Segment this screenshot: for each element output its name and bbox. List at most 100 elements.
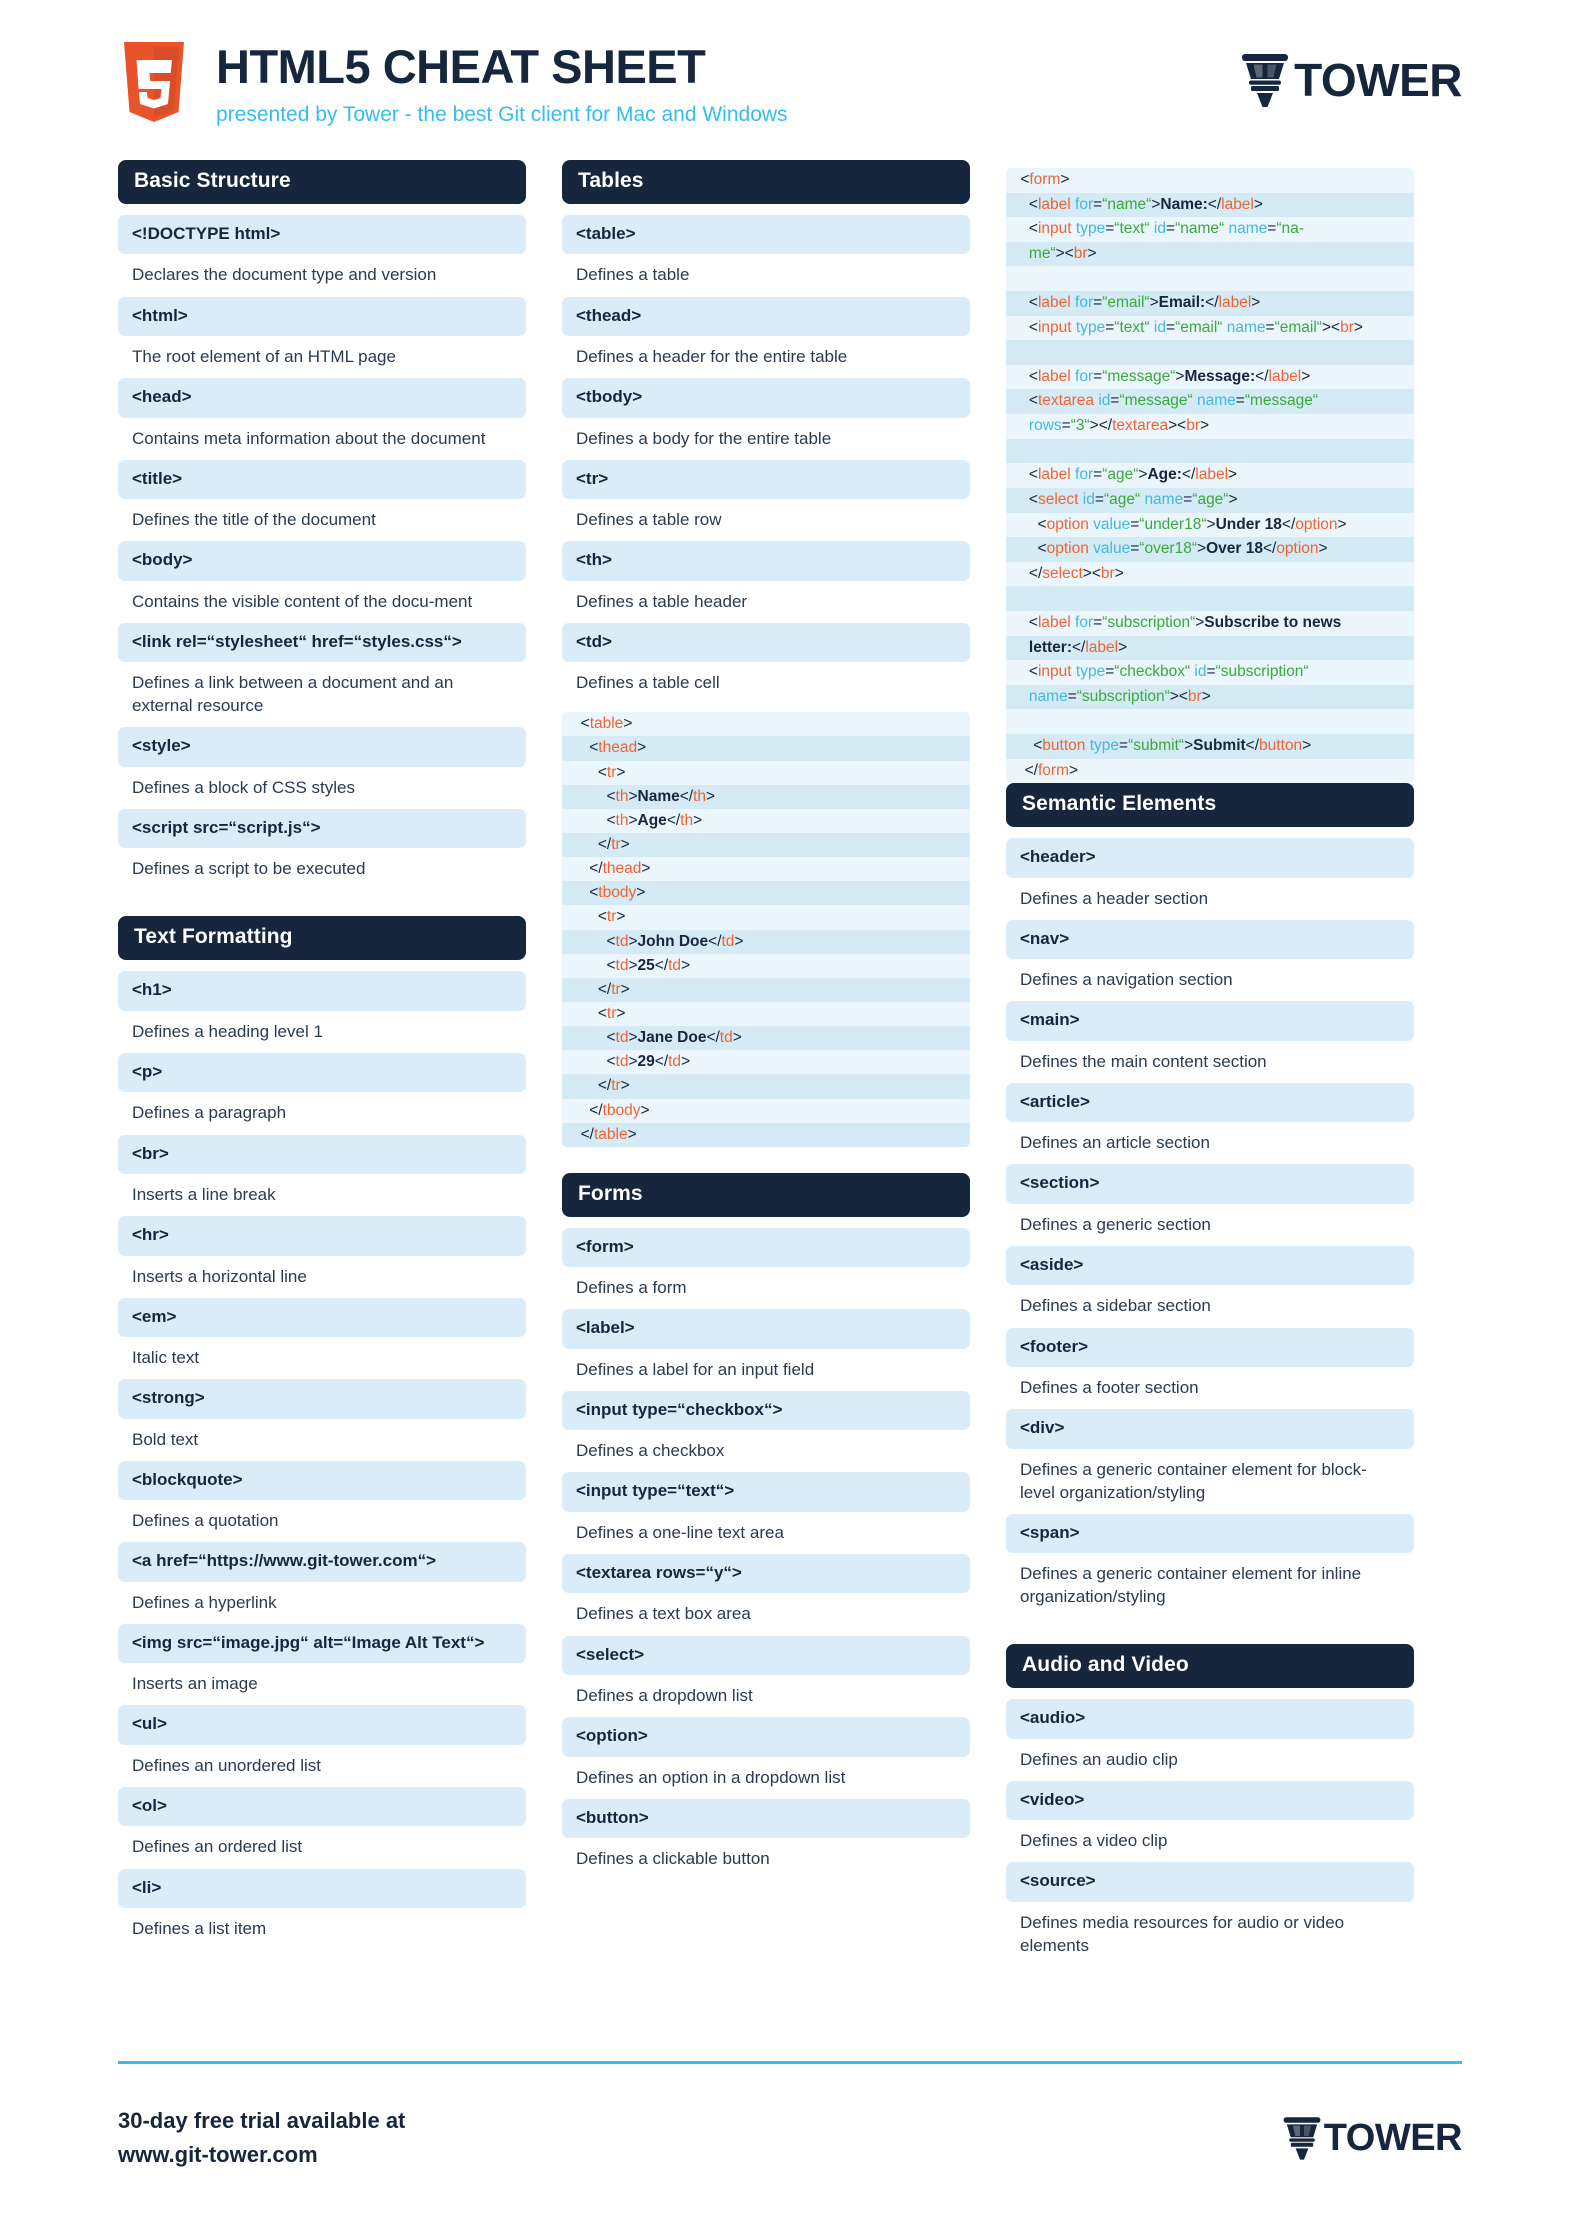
code-token-pun: = <box>1130 515 1140 533</box>
code-token-attr: for <box>1075 195 1094 213</box>
code-line <box>1006 438 1414 464</box>
code-token-pun: > <box>620 980 630 998</box>
tag-row: <aside> <box>1006 1245 1414 1286</box>
footer-tower-logo: TOWER <box>1282 2115 1463 2161</box>
section-header-audio-and-video: Audio and Video <box>1006 1644 1414 1689</box>
code-token-val: “subscription“ <box>1215 663 1309 681</box>
section-basic-structure: Basic Structure <!DOCTYPE html> Declares … <box>118 160 526 890</box>
code-line: me“><br> <box>1006 241 1414 267</box>
page-title: HTML5 CHEAT SHEET <box>216 40 706 93</box>
code-token-pun: > <box>1201 687 1211 705</box>
code-token-tag: option <box>1046 515 1089 533</box>
rows-audio-and-video: <audio> Defines an audio clip <video> Defin… <box>1006 1699 1414 1967</box>
code-token-pun: = <box>1235 392 1245 410</box>
code-token-pun: > <box>1118 638 1128 656</box>
code-line: </table> <box>562 1122 970 1147</box>
code-token-tag: tr <box>606 1004 617 1022</box>
code-token-tag: td <box>615 1053 629 1071</box>
code-token-pun: </ <box>572 1101 603 1119</box>
code-token-val: “over18“ <box>1139 540 1197 558</box>
code-token-pun: >< <box>1321 318 1341 336</box>
code-token-pun: > <box>637 739 647 757</box>
description-row: Defines a quotation <box>132 1511 279 1531</box>
code-line: </tr> <box>562 832 970 858</box>
code-token-val: “3“ <box>1070 417 1090 435</box>
code-line <box>1006 340 1414 365</box>
code-token-attr: name <box>1196 392 1236 410</box>
code-token-pun: </ <box>1016 761 1038 779</box>
column-3: <form> <label for=“name“>Name:</label> <… <box>1006 160 1414 1967</box>
code-token-pun: </ <box>1207 195 1222 213</box>
code-line <box>1006 709 1414 735</box>
tag-row: <td> <box>562 622 970 663</box>
code-token-attr: value <box>1093 515 1131 533</box>
code-token-tag: input <box>1037 220 1072 238</box>
code-token-pun: > <box>628 1029 638 1047</box>
code-line: <label for=“age“>Age:</label> <box>1006 463 1414 488</box>
code-token-val: “submit“ <box>1128 737 1185 755</box>
code-line: <td>Jane Doe</td> <box>562 1026 970 1051</box>
code-block-form-example: <form> <label for=“name“>Name:</label> <… <box>1006 168 1414 784</box>
description-row: Defines a generic container element for … <box>1020 1564 1362 1607</box>
code-token-tag: td <box>719 1029 733 1047</box>
code-token-pun: > <box>706 787 716 805</box>
code-token-pun: < <box>572 739 599 757</box>
code-token-pun: > <box>1114 564 1124 582</box>
code-token-txt: Under 18 <box>1215 515 1282 533</box>
code-token-pun: > <box>1337 515 1347 533</box>
code-token-pun: </ <box>1281 515 1296 533</box>
code-token-txt: 25 <box>637 956 655 974</box>
code-token-pun: = <box>1265 318 1275 336</box>
tag-row: <li> <box>118 1868 526 1908</box>
description-row: Defines a heading level 1 <box>132 1021 323 1041</box>
code-token-pun: > <box>681 1053 691 1071</box>
code-token-txt: Subscribe to news <box>1204 613 1342 631</box>
tag-row: <style> <box>118 727 526 767</box>
code-token-txt: John Doe <box>637 932 709 950</box>
code-token-pun: > <box>628 811 638 829</box>
code-token-pun: </ <box>572 1077 612 1095</box>
code-token-pun: = <box>1166 318 1176 336</box>
description-row: Inserts an image <box>132 1674 258 1694</box>
code-line: <button type=“submit“>Submit</button> <box>1006 734 1414 759</box>
description-row: Defines a paragraph <box>132 1103 287 1123</box>
code-token-pun: > <box>623 715 633 733</box>
code-token-tag: tbody <box>602 1101 641 1119</box>
code-block-table-example: <table> <thead> <tr> <th>Name</th> <th>A… <box>562 712 970 1147</box>
footer-line-2[interactable]: www.git-tower.com <box>118 2138 405 2172</box>
code-token-pun: < <box>572 932 616 950</box>
code-token-attr: type <box>1075 663 1106 681</box>
code-token-val: “message“ <box>1102 367 1176 385</box>
tag-row: <ul> <box>118 1705 526 1745</box>
code-token-pun: </ <box>1181 466 1196 484</box>
code-token-tag: br <box>1187 687 1202 705</box>
tag-row: <!DOCTYPE html> <box>118 215 526 255</box>
code-token-tag: label <box>1195 466 1229 484</box>
code-token-tag: tr <box>611 980 621 998</box>
code-token-val: “name“ <box>1102 195 1152 213</box>
code-token-txt: Jane Doe <box>637 1029 707 1047</box>
description-row: Defines a header for the entire table <box>576 346 848 366</box>
code-line: <tr> <box>562 1001 970 1027</box>
code-token-pun: < <box>1016 540 1047 558</box>
code-token-attr: id <box>1153 220 1166 238</box>
code-token-pun: = <box>1094 490 1104 508</box>
code-token-attr: for <box>1075 367 1094 385</box>
code-token-val: “na- <box>1276 220 1304 238</box>
code-token-pun: </ <box>1262 540 1277 558</box>
code-token-attr: name <box>1226 318 1266 336</box>
code-token-tag: thead <box>598 739 638 757</box>
tag-row: <header> <box>1006 838 1414 878</box>
code-token-pun: > <box>732 1029 742 1047</box>
code-token-tag: th <box>693 787 707 805</box>
code-token-tag: tr <box>606 908 617 926</box>
code-token-val: “age“ <box>1192 490 1229 508</box>
section-header-basic-structure: Basic Structure <box>118 160 526 204</box>
code-token-tag: tbody <box>598 884 637 902</box>
code-token-pun: >< <box>1169 687 1188 705</box>
code-token-tag: th <box>680 811 694 829</box>
code-token-pun: < <box>1016 367 1038 385</box>
code-line: <th>Age</th> <box>562 808 970 833</box>
code-line: <select id=“age“ name=“age“> <box>1006 487 1414 513</box>
code-token-pun: = <box>1093 613 1103 631</box>
